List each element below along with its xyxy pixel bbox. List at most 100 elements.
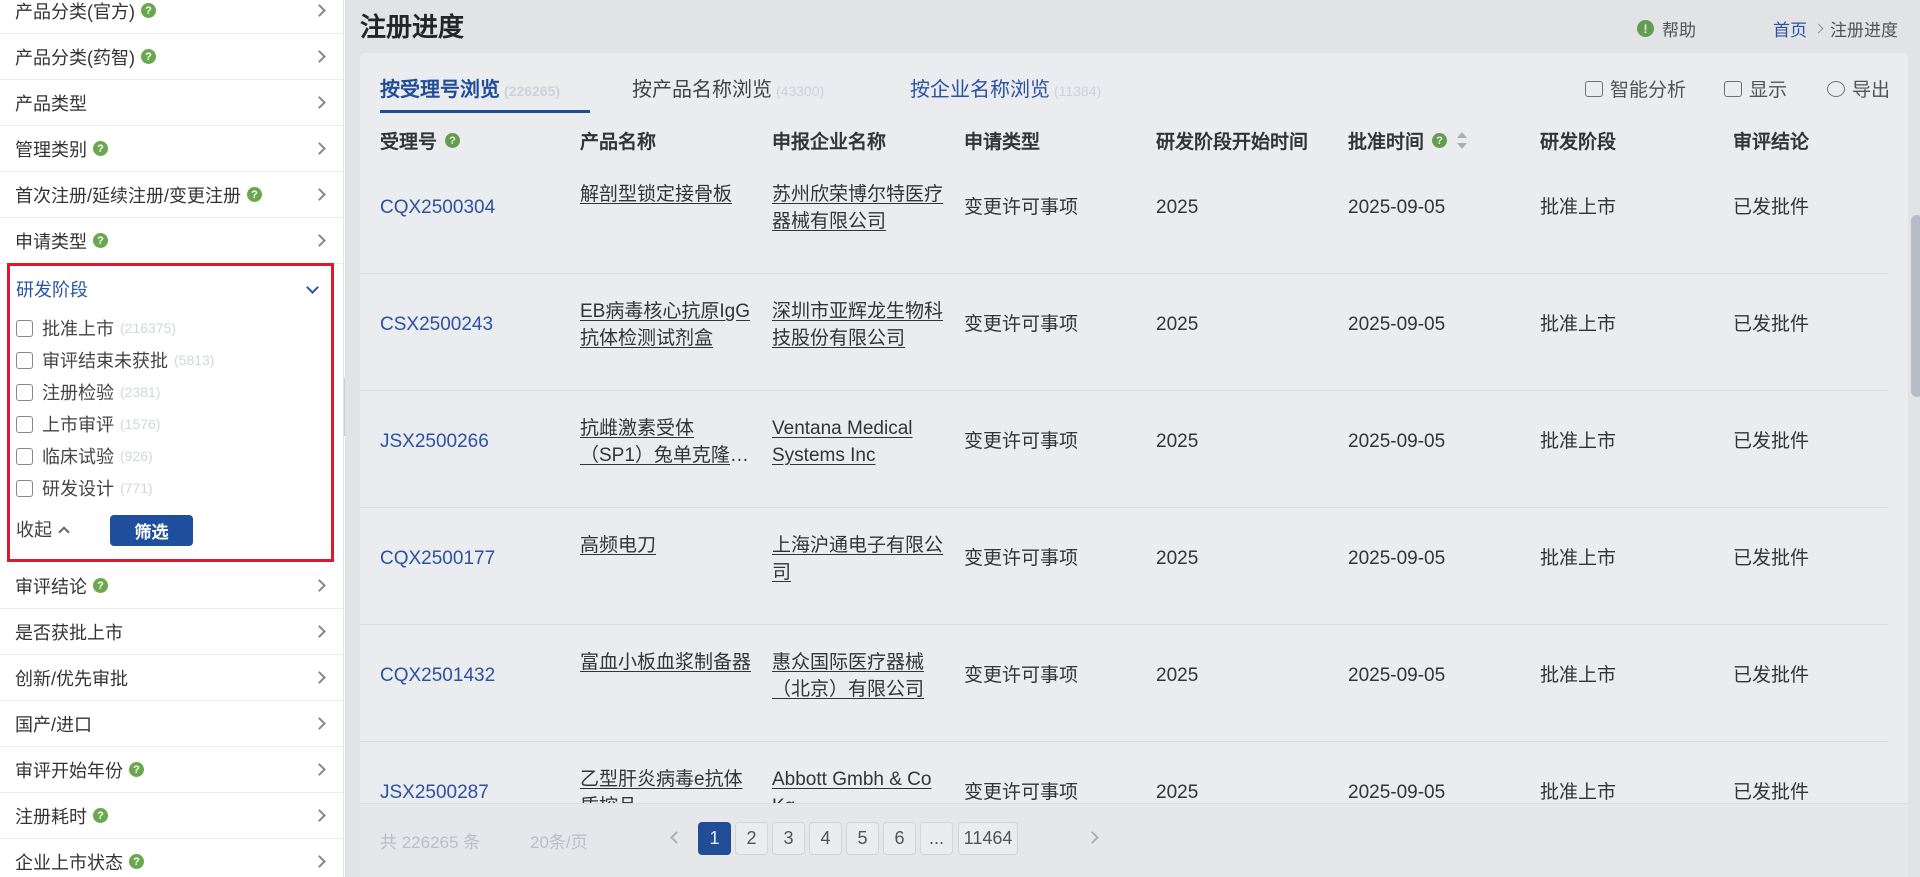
table-row: CQX2500177 高频电刀 上海沪通电子有限公司 变更许可事项 2025 2025-0… (360, 508, 1888, 625)
pagination: 共 226265 条 20条/页 1 2 3 4 5 6... 11464 (360, 803, 1908, 877)
acceptance-number-link[interactable]: JSX2500287 (380, 779, 489, 803)
page-title: 注册进度 (360, 12, 465, 42)
filter-item[interactable]: 审评开始年份? (0, 747, 343, 793)
acceptance-number-link[interactable]: CQX2500177 (380, 545, 495, 572)
filter-item[interactable]: 产品分类(官方)? (0, 0, 343, 34)
filter-option[interactable]: 研发设计 (771) (16, 476, 153, 500)
stage-cell: 批准上市 (1540, 548, 1617, 569)
filter-item[interactable]: 注册耗时? (0, 793, 343, 839)
company-name-link[interactable]: Abbott Gmbh & Co Kg (772, 766, 947, 803)
option-count: (216375) (120, 320, 177, 336)
filter-item[interactable]: 国产/进口 (0, 701, 343, 747)
company-name-link[interactable]: 苏州欣荣博尔特医疗器械有限公司 (772, 181, 947, 235)
help-icon: ? (129, 762, 144, 777)
page-button[interactable]: 3 (772, 822, 805, 855)
checkbox[interactable] (16, 383, 33, 401)
prev-page-icon[interactable] (670, 831, 683, 844)
column-header: 申报企业名称 (772, 127, 886, 154)
sort-icon[interactable] (1457, 131, 1468, 151)
breadcrumb-home[interactable]: 首页 (1773, 16, 1807, 41)
checkbox[interactable] (16, 351, 33, 369)
help-icon: ? (141, 3, 156, 18)
option-label: 临床试验 (42, 447, 114, 467)
page-button[interactable]: ... (920, 822, 953, 855)
tab-label: 按产品名称浏览 (632, 79, 772, 101)
tab-count: (43300) (776, 83, 825, 99)
filter-item[interactable]: 管理类别? (0, 126, 343, 172)
checkbox[interactable] (16, 319, 33, 337)
filter-option[interactable]: 注册检验 (2381) (16, 380, 160, 404)
product-name-link[interactable]: 高频电刀 (580, 532, 755, 559)
table-scrollbar[interactable] (1911, 215, 1920, 397)
page-button[interactable]: 1 (698, 822, 731, 855)
help-icon: ? (93, 808, 108, 823)
column-header[interactable]: 批准时间? (1348, 127, 1468, 154)
tab-by-product-name[interactable]: 按产品名称浏览 (43300) (632, 73, 824, 102)
table-row: CQX2501432 富血小板血浆制备器 惠众国际医疗器械（北京）有限公司 变更许可事… (360, 625, 1888, 742)
product-name-link[interactable]: 抗雌激素受体（SP1）兔单克隆抗体 (580, 415, 755, 469)
chevron-right-icon (313, 579, 326, 592)
company-name-link[interactable]: 上海沪通电子有限公司 (772, 532, 947, 586)
product-name-link[interactable]: 乙型肝炎病毒e抗体质控品 (580, 766, 755, 803)
filter-item[interactable]: 首次注册/延续注册/变更注册? (0, 172, 343, 218)
filter-item[interactable]: 产品类型 (0, 80, 343, 126)
filter-option[interactable]: 上市审评 (1576) (16, 412, 160, 436)
filter-option[interactable]: 批准上市 (216375) (16, 316, 176, 340)
filter-title-research-stage[interactable]: 研发阶段 (16, 276, 88, 302)
acceptance-number-link[interactable]: JSX2500266 (380, 428, 489, 455)
chevron-down-icon[interactable] (306, 281, 319, 294)
filter-item[interactable]: 企业上市状态? (0, 839, 343, 877)
help-link[interactable]: ! 帮助 (1637, 16, 1696, 41)
total-count: 共 226265 条 (380, 833, 481, 852)
display-button[interactable]: 显示 (1724, 75, 1787, 102)
company-name-link[interactable]: 惠众国际医疗器械（北京）有限公司 (772, 649, 947, 703)
product-name-link[interactable]: 解剖型锁定接骨板 (580, 181, 755, 208)
collapse-link[interactable]: 收起 (16, 516, 70, 542)
column-label: 批准时间 (1348, 132, 1425, 153)
application-type-cell: 变更许可事项 (964, 197, 1079, 218)
column-header: 产品名称 (580, 127, 656, 154)
filter-button[interactable]: 筛选 (110, 515, 193, 546)
filter-item[interactable]: 是否获批上市 (0, 609, 343, 655)
application-type-cell: 变更许可事项 (964, 548, 1079, 569)
checkbox[interactable] (16, 447, 33, 465)
chevron-right-icon (313, 50, 326, 63)
filter-item[interactable]: 申请类型? (0, 218, 343, 264)
company-name-link[interactable]: Ventana Medical Systems Inc (772, 415, 947, 469)
conclusion-cell: 已发批件 (1733, 665, 1810, 686)
export-button[interactable]: 导出 (1827, 75, 1890, 102)
page-size-select[interactable]: 20条/页 (530, 828, 588, 853)
filter-item[interactable]: 审评结论? (0, 563, 343, 609)
page-button[interactable]: 6 (883, 822, 916, 855)
stage-cell: 批准上市 (1540, 197, 1617, 218)
column-label: 申请类型 (964, 132, 1041, 153)
option-label: 批准上市 (42, 319, 114, 339)
acceptance-number-link[interactable]: CSX2500243 (380, 311, 493, 338)
filter-option[interactable]: 临床试验 (926) (16, 444, 153, 468)
checkbox[interactable] (16, 415, 33, 433)
filter-item[interactable]: 产品分类(药智)? (0, 34, 343, 80)
tab-by-company-name[interactable]: 按企业名称浏览 (11384) (910, 73, 1101, 102)
page-button[interactable]: 4 (809, 822, 842, 855)
column-header: 研发阶段 (1540, 127, 1616, 154)
acceptance-number-link[interactable]: CQX2500304 (380, 194, 495, 221)
checkbox[interactable] (16, 479, 33, 497)
tab-by-acceptance-number[interactable]: 按受理号浏览 (226265) (380, 73, 560, 102)
page-button[interactable]: 2 (735, 822, 768, 855)
smart-analysis-button[interactable]: 智能分析 (1585, 75, 1686, 102)
chevron-right-icon (313, 763, 326, 776)
product-name-link[interactable]: EB病毒核心抗原IgG抗体检测试剂盒 (580, 298, 755, 352)
help-icon: ? (1432, 133, 1448, 148)
page-button[interactable]: 11464 (958, 822, 1018, 855)
option-count: (2381) (120, 384, 161, 400)
page-button[interactable]: 5 (846, 822, 879, 855)
next-page-icon[interactable] (1086, 831, 1099, 844)
help-icon: ? (93, 141, 108, 156)
company-name-link[interactable]: 深圳市亚辉龙生物科技股份有限公司 (772, 298, 947, 352)
product-name-link[interactable]: 富血小板血浆制备器 (580, 649, 755, 676)
filter-option[interactable]: 审评结束未获批 (5813) (16, 348, 214, 372)
acceptance-number-link[interactable]: CQX2501432 (380, 662, 495, 689)
chevron-right-icon (313, 717, 326, 730)
filter-item[interactable]: 创新/优先审批 (0, 655, 343, 701)
chevron-right-icon (313, 625, 326, 638)
